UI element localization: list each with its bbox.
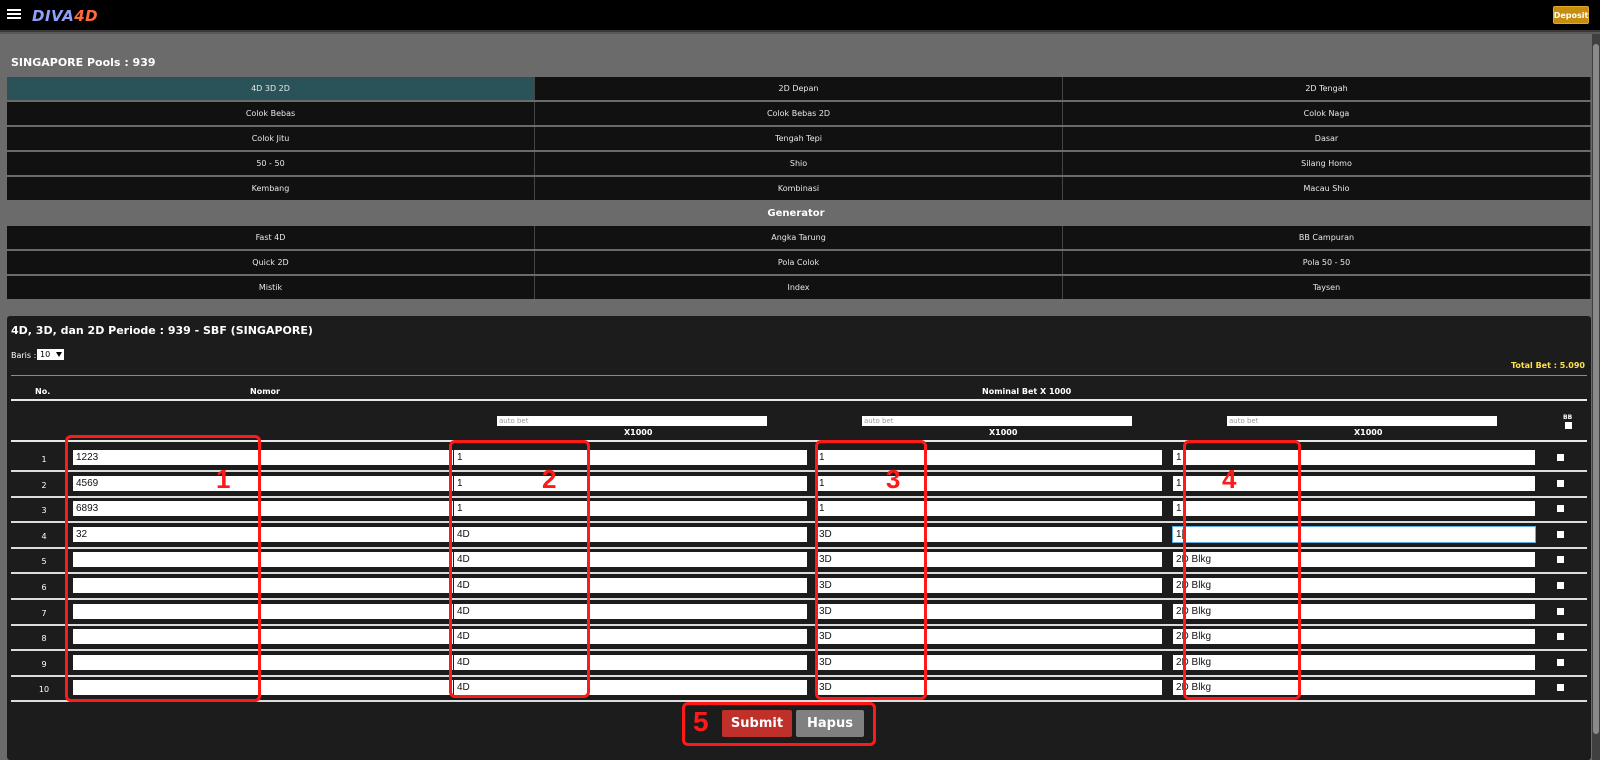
bet-type-tab-colok-naga[interactable]: Colok Naga xyxy=(1063,102,1591,125)
generator-item-taysen[interactable]: Taysen xyxy=(1063,276,1591,299)
divider xyxy=(11,375,1587,376)
bb-checkbox[interactable] xyxy=(1557,530,1564,538)
header-nominal: Nominal Bet X 1000 xyxy=(982,387,1072,396)
divider xyxy=(11,399,1587,401)
annotation-label-5: 5 xyxy=(693,706,709,737)
bet-type-tab-colok-bebas-2d[interactable]: Colok Bebas 2D xyxy=(535,102,1063,125)
bb-all-checkbox[interactable] xyxy=(1565,422,1572,429)
bb-checkbox[interactable] xyxy=(1557,454,1564,461)
row-number: 10 xyxy=(38,685,50,695)
annotation-box-4 xyxy=(1183,440,1301,700)
row-number: 4 xyxy=(41,531,47,541)
autobet-input-3d[interactable]: auto bet xyxy=(862,416,1132,426)
row-number: 7 xyxy=(41,608,47,618)
generator-item-quick-2d[interactable]: Quick 2D xyxy=(7,251,535,274)
generator-item-bb-campuran[interactable]: BB Campuran xyxy=(1063,226,1591,249)
bet-type-grid: 4D 3D 2D 2D Depan 2D Tengah Colok Bebas Colo… xyxy=(7,77,1591,202)
row-number: 5 xyxy=(41,557,47,567)
x1000-label-2d: X1000 xyxy=(1354,428,1383,437)
x1000-label-3d: X1000 xyxy=(989,428,1018,437)
bb-checkbox[interactable] xyxy=(1557,684,1564,692)
bet-type-tab-tengah-tepi[interactable]: Tengah Tepi xyxy=(535,127,1063,150)
top-bar: DIVA4D Deposit xyxy=(0,0,1600,32)
bet-type-tab-colok-bebas[interactable]: Colok Bebas xyxy=(7,102,535,125)
row-number: 9 xyxy=(41,659,47,669)
header-no: No. xyxy=(35,387,51,396)
row-number: 6 xyxy=(41,583,47,592)
bet-type-tab-50-50[interactable]: 50 - 50 xyxy=(7,152,535,175)
baris-label: Baris : xyxy=(11,351,37,360)
bet-type-tab-dasar[interactable]: Dasar xyxy=(1063,127,1591,150)
bet-type-tab-macau-shio[interactable]: Macau Shio xyxy=(1063,177,1591,200)
bb-checkbox[interactable] xyxy=(1557,479,1564,487)
x1000-label-4d: X1000 xyxy=(624,428,653,437)
annotation-label-4: 4 xyxy=(1222,464,1237,494)
pool-title: SINGAPORE Pools : 939 xyxy=(11,56,156,69)
generator-heading: Generator xyxy=(767,208,825,219)
bb-checkbox[interactable] xyxy=(1557,582,1564,589)
autobet-input-2d[interactable]: auto bet xyxy=(1227,416,1497,426)
row-number: 1 xyxy=(41,455,47,464)
bet-type-tab-kembang[interactable]: Kembang xyxy=(7,177,535,200)
bet-type-tab-2d-tengah[interactable]: 2D Tengah xyxy=(1063,77,1591,100)
generator-item-index[interactable]: Index xyxy=(535,276,1063,299)
bet-type-tab-colok-jitu[interactable]: Colok Jitu xyxy=(7,127,535,150)
bet-type-tab-2d-depan[interactable]: 2D Depan xyxy=(535,77,1063,100)
row-number: 8 xyxy=(41,634,47,644)
header-nomor: Nomor xyxy=(250,387,280,396)
generator-item-angka-tarung[interactable]: Angka Tarung xyxy=(535,226,1063,249)
generator-item-pola-50-50[interactable]: Pola 50 - 50 xyxy=(1063,251,1591,274)
generator-grid: Fast 4D Angka Tarung BB Campuran Quick 2D Po… xyxy=(7,226,1591,301)
bb-checkbox[interactable] xyxy=(1557,633,1564,641)
bb-checkbox[interactable] xyxy=(1557,607,1564,615)
generator-item-pola-colok[interactable]: Pola Colok xyxy=(535,251,1063,274)
annotation-box-1 xyxy=(65,435,261,702)
scrollbar[interactable] xyxy=(1592,34,1600,760)
bet-type-tab-kombinasi[interactable]: Kombinasi xyxy=(535,177,1063,200)
annotation-label-1: 1 xyxy=(216,464,231,494)
deposit-button[interactable]: Deposit xyxy=(1553,6,1589,24)
bet-type-tab-4d-3d-2d[interactable]: 4D 3D 2D xyxy=(7,77,535,100)
row-number: 2 xyxy=(41,480,47,490)
logo[interactable]: DIVA4D xyxy=(32,7,98,25)
generator-item-fast-4d[interactable]: Fast 4D xyxy=(7,226,535,249)
autobet-input-4d[interactable]: auto bet xyxy=(497,416,767,426)
hamburger-menu-icon[interactable] xyxy=(7,9,21,20)
annotation-label-3: 3 xyxy=(886,464,901,494)
baris-select[interactable]: 10 xyxy=(37,349,64,360)
bb-label: BB xyxy=(1563,414,1573,421)
form-title: 4D, 3D, dan 2D Periode : 939 - SBF (SING… xyxy=(11,324,313,337)
bet-type-tab-shio[interactable]: Shio xyxy=(535,152,1063,175)
bet-type-tab-silang-homo[interactable]: Silang Homo xyxy=(1063,152,1591,175)
annotation-box-3 xyxy=(815,440,927,700)
annotation-box-2 xyxy=(449,440,590,698)
submit-button[interactable]: Submit xyxy=(722,710,792,737)
chevron-down-icon xyxy=(56,352,62,357)
row-number: 3 xyxy=(41,506,47,516)
bb-checkbox[interactable] xyxy=(1557,658,1564,666)
annotation-label-2: 2 xyxy=(542,464,557,494)
bb-checkbox[interactable] xyxy=(1557,505,1564,513)
hapus-button[interactable]: Hapus xyxy=(796,710,864,737)
main-content: SINGAPORE Pools : 939 4D 3D 2D 2D Depan 2D… xyxy=(0,34,1592,760)
generator-item-mistik[interactable]: Mistik xyxy=(7,276,535,299)
total-bet: Total Bet : 5.090 xyxy=(1510,361,1585,370)
bb-checkbox[interactable] xyxy=(1557,556,1564,564)
